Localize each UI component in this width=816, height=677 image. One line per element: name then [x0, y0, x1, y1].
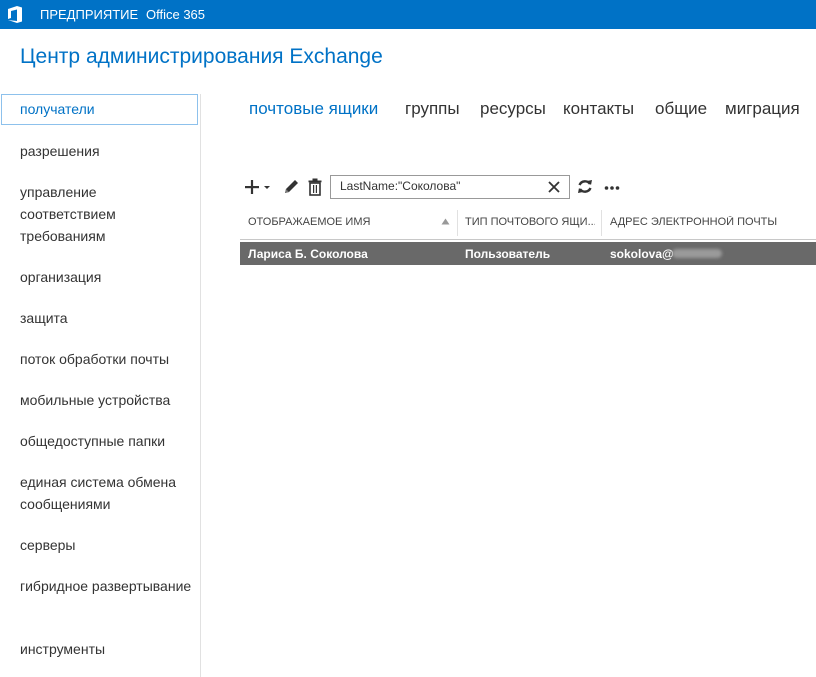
nav-item-recipients[interactable]: получатели — [1, 94, 198, 125]
nav-item-protection[interactable]: защита — [20, 307, 195, 329]
top-bar: ПРЕДПРИЯТИЕ Office 365 — [0, 0, 816, 29]
edit-icon[interactable] — [283, 178, 300, 196]
redacted-domain — [672, 249, 722, 258]
table-header: ОТОБРАЖАЕМОЕ ИМЯ ТИП ПОЧТОВОГО ЯЩИ... АД… — [240, 207, 816, 240]
nav-item-permissions[interactable]: разрешения — [20, 140, 195, 162]
search-box — [330, 175, 570, 199]
office-logo-icon[interactable] — [7, 6, 23, 23]
nav-item-compliance[interactable]: управление соответствием требованиям — [20, 181, 195, 247]
add-icon[interactable] — [245, 178, 273, 196]
tab-contacts[interactable]: контакты — [563, 99, 634, 119]
cell-mailbox-type: Пользователь — [465, 247, 551, 261]
tab-mailboxes[interactable]: почтовые ящики — [249, 99, 378, 119]
column-divider[interactable] — [457, 210, 458, 236]
nav-item-mobile[interactable]: мобильные устройства — [20, 389, 195, 411]
tab-resources[interactable]: ресурсы — [480, 99, 546, 119]
refresh-icon[interactable] — [577, 178, 593, 196]
app-title: Центр администрирования Exchange — [20, 45, 383, 68]
nav-item-tools[interactable]: инструменты — [20, 638, 195, 660]
office365-link[interactable]: Office 365 — [146, 7, 205, 22]
enterprise-link[interactable]: ПРЕДПРИЯТИЕ — [40, 7, 138, 22]
tab-migration[interactable]: миграция — [725, 99, 800, 119]
nav-item-organization[interactable]: организация — [20, 266, 195, 288]
nav-item-public-folders[interactable]: общедоступные папки — [20, 430, 195, 452]
sort-ascending-icon — [441, 218, 450, 225]
delete-icon[interactable] — [308, 178, 322, 196]
more-icon[interactable] — [604, 178, 620, 196]
table-row[interactable]: Лариса Б. Соколова Пользователь sokolova… — [240, 242, 816, 265]
cell-email-address: sokolova@ — [610, 247, 674, 261]
column-email-address[interactable]: АДРЕС ЭЛЕКТРОННОЙ ПОЧТЫ — [610, 216, 810, 228]
cell-display-name: Лариса Б. Соколова — [248, 247, 368, 261]
tab-groups[interactable]: группы — [405, 99, 460, 119]
nav-item-hybrid[interactable]: гибридное развертывание — [20, 575, 195, 597]
nav-item-unified-messaging[interactable]: единая система обмена сообщениями — [20, 471, 195, 515]
clear-icon[interactable] — [547, 180, 561, 194]
nav-item-mail-flow[interactable]: поток обработки почты — [20, 348, 195, 370]
nav-item-servers[interactable]: серверы — [20, 534, 195, 556]
column-mailbox-type[interactable]: ТИП ПОЧТОВОГО ЯЩИ... — [465, 216, 595, 228]
column-divider[interactable] — [601, 210, 602, 236]
search-input[interactable] — [340, 179, 540, 193]
tab-shared[interactable]: общие — [655, 99, 707, 119]
column-display-name[interactable]: ОТОБРАЖАЕМОЕ ИМЯ — [248, 216, 438, 228]
